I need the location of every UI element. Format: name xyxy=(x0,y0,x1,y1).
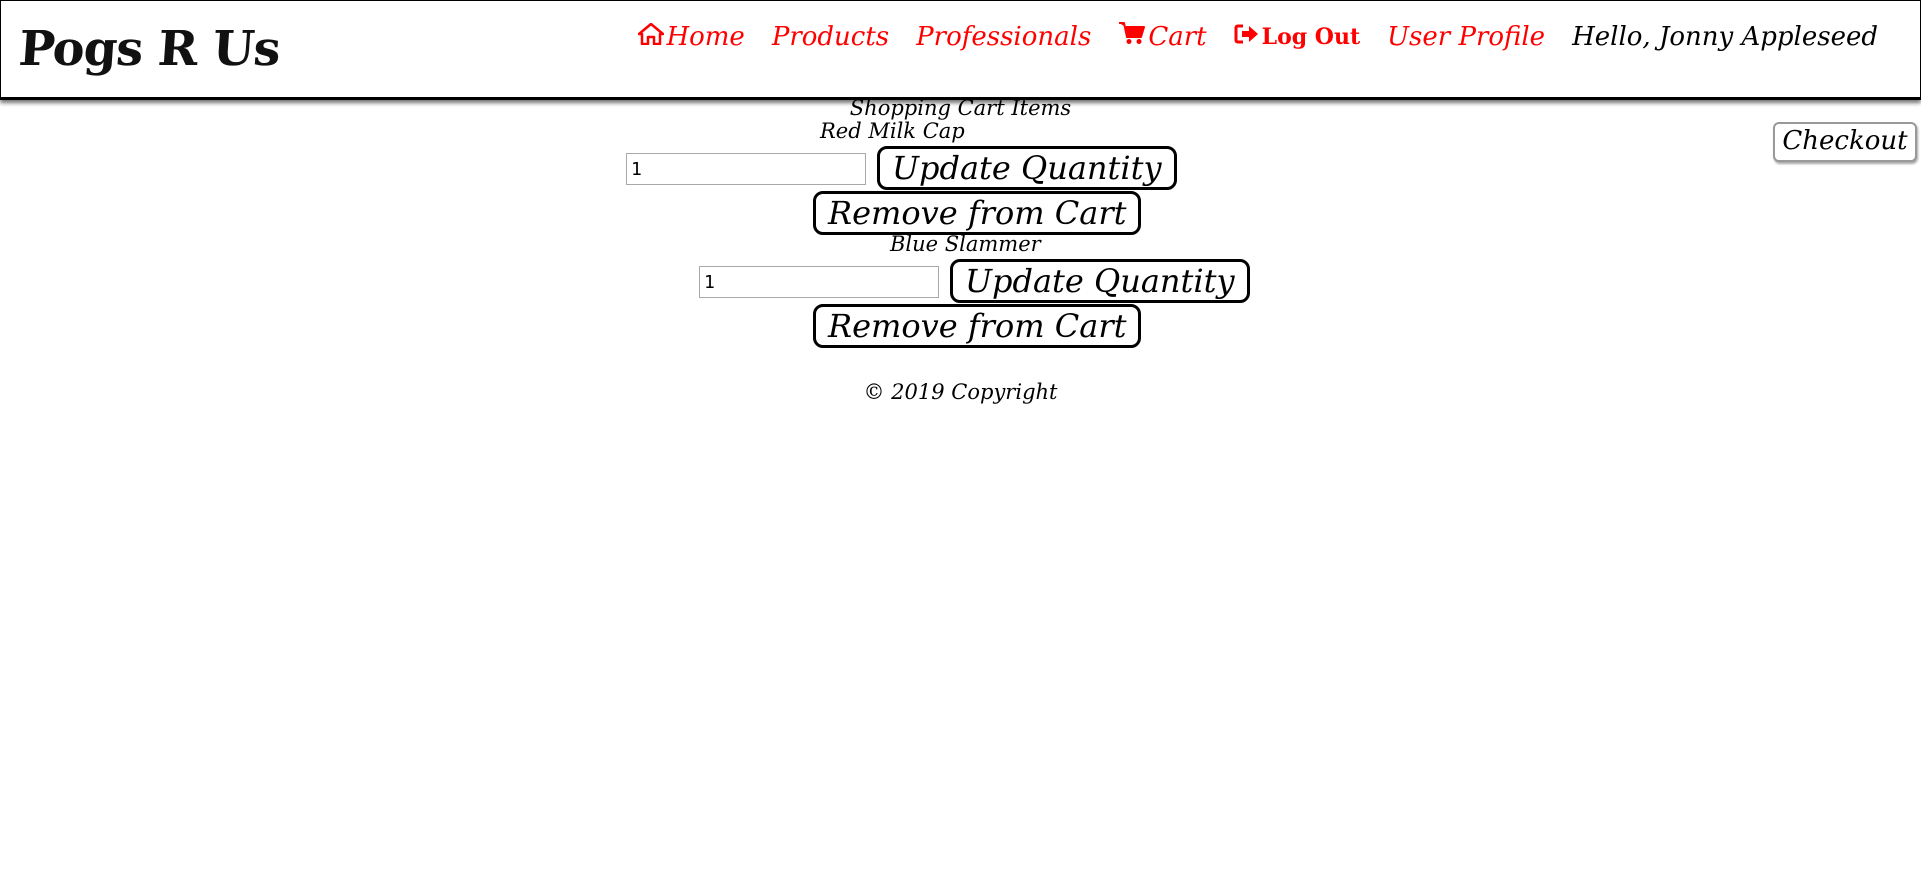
remove-from-cart-button[interactable]: Remove from Cart xyxy=(813,304,1142,348)
nav-user-profile-link[interactable]: User Profile xyxy=(1387,22,1545,52)
nav-professionals-link[interactable]: Professionals xyxy=(916,22,1091,52)
site-logo[interactable]: Pogs R Us xyxy=(17,21,282,77)
checkout-button[interactable]: Checkout xyxy=(1773,122,1917,162)
footer-copyright: © 2019 Copyright xyxy=(863,380,1058,404)
nav-home-link[interactable]: Home xyxy=(638,21,745,52)
nav-products-link[interactable]: Products xyxy=(772,22,889,52)
remove-from-cart-button[interactable]: Remove from Cart xyxy=(813,191,1142,235)
nav-cart-link[interactable]: Cart xyxy=(1118,21,1207,52)
cart-title: Shopping Cart Items xyxy=(849,96,1072,120)
nav-home-label: Home xyxy=(666,21,745,52)
cart-item-name: Blue Slammer xyxy=(890,232,1041,256)
nav-cart-label: Cart xyxy=(1148,21,1207,52)
update-quantity-button[interactable]: Update Quantity xyxy=(950,259,1250,303)
nav-logout-link[interactable]: Log Out xyxy=(1234,23,1361,51)
user-greeting: Hello, Jonny Appleseed xyxy=(1572,21,1878,52)
quantity-input[interactable] xyxy=(699,266,939,298)
cart-item-name: Red Milk Cap xyxy=(820,119,965,143)
update-quantity-button[interactable]: Update Quantity xyxy=(877,146,1177,190)
site-header: Pogs R Us Home Products Professionals Ca… xyxy=(0,0,1921,100)
nav-logout-label: Log Out xyxy=(1261,23,1361,50)
home-icon xyxy=(638,22,666,52)
quantity-input[interactable] xyxy=(626,153,866,185)
logout-icon xyxy=(1234,23,1262,51)
main-nav: Home Products Professionals Cart Log Out… xyxy=(638,21,1878,52)
cart-icon xyxy=(1118,21,1148,52)
